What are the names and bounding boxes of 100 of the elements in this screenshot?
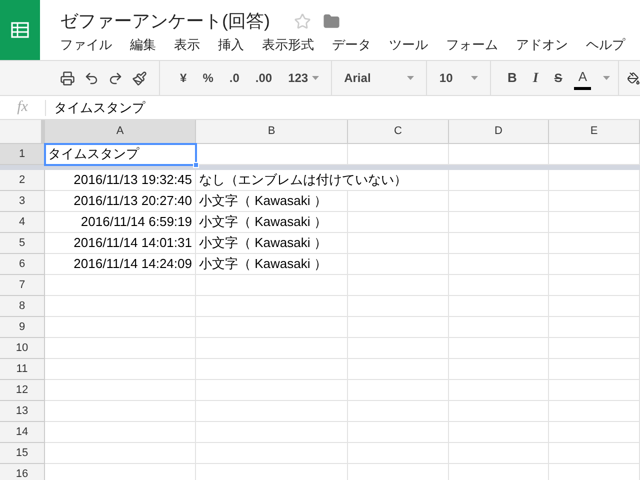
row-header[interactable]: 14 bbox=[0, 422, 45, 443]
column-header[interactable]: E bbox=[549, 120, 640, 144]
menu-item[interactable]: フォーム bbox=[446, 35, 498, 55]
table-cell[interactable] bbox=[348, 443, 449, 464]
menu-item[interactable]: 表示 bbox=[174, 35, 200, 55]
row-header[interactable]: 6 bbox=[0, 254, 45, 275]
table-cell[interactable] bbox=[549, 296, 640, 317]
table-cell[interactable] bbox=[45, 422, 196, 443]
table-cell[interactable] bbox=[348, 191, 449, 212]
table-cell[interactable] bbox=[45, 296, 196, 317]
table-cell[interactable] bbox=[549, 254, 640, 275]
table-cell[interactable] bbox=[196, 338, 348, 359]
column-header[interactable]: B bbox=[196, 120, 348, 144]
decrease-decimals-button[interactable]: .0 bbox=[225, 66, 244, 90]
redo-icon[interactable] bbox=[108, 70, 123, 86]
formula-field[interactable]: タイムスタンプ bbox=[54, 98, 145, 118]
table-cell[interactable]: 2016/11/14 14:01:31 bbox=[45, 233, 196, 254]
table-cell[interactable] bbox=[449, 401, 549, 422]
table-cell[interactable] bbox=[348, 296, 449, 317]
more-formats-button[interactable]: 123 bbox=[284, 66, 324, 90]
row-header[interactable]: 8 bbox=[0, 296, 45, 317]
table-cell[interactable] bbox=[348, 380, 449, 401]
row-header[interactable]: 5 bbox=[0, 233, 45, 254]
table-cell[interactable]: 2016/11/14 14:24:09 bbox=[45, 254, 196, 275]
font-size-dropdown[interactable]: 10 bbox=[427, 61, 492, 95]
row-header[interactable]: 11 bbox=[0, 359, 45, 380]
document-title[interactable]: ゼファーアンケート(回答) bbox=[60, 8, 270, 34]
table-cell[interactable] bbox=[348, 317, 449, 338]
table-cell[interactable] bbox=[449, 380, 549, 401]
table-cell[interactable] bbox=[196, 144, 348, 165]
table-cell[interactable] bbox=[196, 359, 348, 380]
table-cell[interactable] bbox=[45, 275, 196, 296]
strikethrough-button[interactable]: S bbox=[550, 66, 566, 90]
menu-item[interactable]: アドオン bbox=[516, 35, 568, 55]
row-header[interactable]: 1 bbox=[0, 144, 45, 165]
row-header[interactable]: 7 bbox=[0, 275, 45, 296]
table-cell[interactable]: 2016/11/13 19:32:45 bbox=[45, 170, 196, 191]
menu-item[interactable]: 表示形式 bbox=[262, 35, 314, 55]
table-cell[interactable] bbox=[449, 359, 549, 380]
row-header[interactable]: 4 bbox=[0, 212, 45, 233]
table-cell[interactable]: 小文字（ Kawasaki ） bbox=[196, 254, 348, 275]
row-header[interactable]: 15 bbox=[0, 443, 45, 464]
table-cell[interactable] bbox=[449, 317, 549, 338]
increase-decimals-button[interactable]: .00 bbox=[251, 66, 276, 90]
table-cell[interactable] bbox=[348, 144, 449, 165]
table-cell[interactable]: 小文字（ Kawasaki ） bbox=[196, 191, 348, 212]
row-header[interactable]: 2 bbox=[0, 170, 45, 191]
menu-item[interactable]: ヘルプ bbox=[586, 35, 625, 55]
table-cell[interactable] bbox=[549, 380, 640, 401]
italic-button[interactable]: I bbox=[528, 66, 542, 90]
row-header[interactable]: 9 bbox=[0, 317, 45, 338]
table-cell[interactable] bbox=[549, 422, 640, 443]
table-cell[interactable] bbox=[549, 233, 640, 254]
percent-button[interactable]: % bbox=[198, 66, 218, 90]
table-cell[interactable] bbox=[45, 443, 196, 464]
table-cell[interactable]: 小文字（ Kawasaki ） bbox=[196, 233, 348, 254]
table-cell[interactable] bbox=[348, 275, 449, 296]
table-cell[interactable] bbox=[549, 359, 640, 380]
table-cell[interactable]: なし（エンブレムは付けていない） bbox=[196, 170, 449, 191]
row-header[interactable]: 13 bbox=[0, 401, 45, 422]
table-cell[interactable] bbox=[449, 422, 549, 443]
row-header[interactable]: 12 bbox=[0, 380, 45, 401]
column-header[interactable]: D bbox=[449, 120, 549, 144]
fill-handle[interactable] bbox=[193, 162, 199, 168]
table-cell[interactable] bbox=[348, 212, 449, 233]
star-icon[interactable] bbox=[294, 12, 311, 30]
currency-button[interactable]: ¥ bbox=[176, 66, 191, 90]
table-cell[interactable] bbox=[348, 401, 449, 422]
table-cell[interactable] bbox=[45, 401, 196, 422]
print-icon[interactable] bbox=[60, 70, 75, 86]
table-cell[interactable] bbox=[549, 170, 640, 191]
table-cell[interactable] bbox=[449, 144, 549, 165]
table-cell[interactable]: タイムスタンプ bbox=[45, 144, 196, 165]
menu-item[interactable]: ファイル bbox=[60, 35, 112, 55]
table-cell[interactable] bbox=[449, 254, 549, 275]
table-cell[interactable] bbox=[45, 338, 196, 359]
table-cell[interactable] bbox=[549, 443, 640, 464]
table-cell[interactable] bbox=[549, 401, 640, 422]
table-cell[interactable] bbox=[196, 443, 348, 464]
menu-item[interactable]: 挿入 bbox=[218, 35, 244, 55]
table-cell[interactable] bbox=[45, 359, 196, 380]
table-cell[interactable] bbox=[449, 191, 549, 212]
menu-item[interactable]: データ bbox=[332, 35, 371, 55]
table-cell[interactable] bbox=[196, 275, 348, 296]
table-cell[interactable] bbox=[196, 422, 348, 443]
table-cell[interactable] bbox=[348, 338, 449, 359]
text-color-button[interactable]: A bbox=[574, 66, 591, 90]
table-cell[interactable] bbox=[549, 144, 640, 165]
table-cell[interactable] bbox=[348, 359, 449, 380]
table-cell[interactable] bbox=[196, 380, 348, 401]
menu-item[interactable]: 編集 bbox=[130, 35, 156, 55]
table-cell[interactable]: 2016/11/14 6:59:19 bbox=[45, 212, 196, 233]
table-cell[interactable] bbox=[449, 296, 549, 317]
table-cell[interactable] bbox=[449, 233, 549, 254]
table-cell[interactable] bbox=[549, 317, 640, 338]
bold-button[interactable]: B bbox=[503, 66, 521, 90]
table-cell[interactable] bbox=[449, 338, 549, 359]
table-cell[interactable] bbox=[45, 317, 196, 338]
app-logo[interactable] bbox=[0, 0, 40, 60]
table-cell[interactable] bbox=[45, 380, 196, 401]
